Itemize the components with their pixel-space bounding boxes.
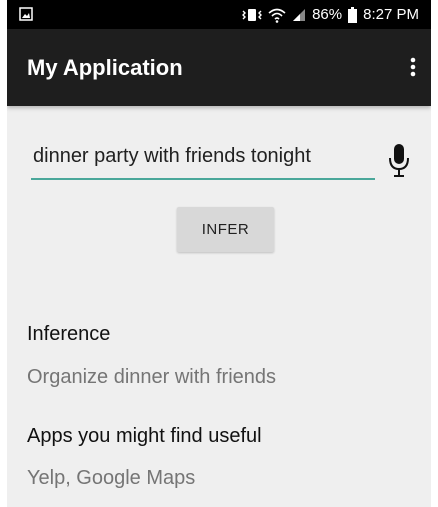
microphone-icon[interactable] [387, 142, 411, 180]
infer-button[interactable]: INFER [177, 207, 274, 252]
battery-icon [348, 6, 358, 23]
battery-percent: 86% [312, 6, 343, 23]
wifi-icon [268, 7, 286, 23]
app-title: My Application [27, 55, 183, 80]
more-vert-icon[interactable] [401, 49, 425, 85]
status-bar: 86% 8:27 PM [7, 0, 431, 29]
app-bar: My Application [7, 29, 431, 106]
vibrate-icon [242, 8, 263, 22]
apps-value: Yelp, Google Maps [27, 467, 196, 489]
image-icon [19, 7, 33, 21]
signal-icon [292, 8, 306, 22]
inference-value: Organize dinner with friends [27, 366, 277, 388]
apps-label: Apps you might find useful [27, 425, 262, 447]
clock: 8:27 PM [363, 6, 419, 23]
query-input[interactable] [31, 140, 375, 180]
inference-label: Inference [27, 323, 111, 345]
app-screen: 86% 8:27 PM My Application dinner party … [7, 0, 431, 507]
